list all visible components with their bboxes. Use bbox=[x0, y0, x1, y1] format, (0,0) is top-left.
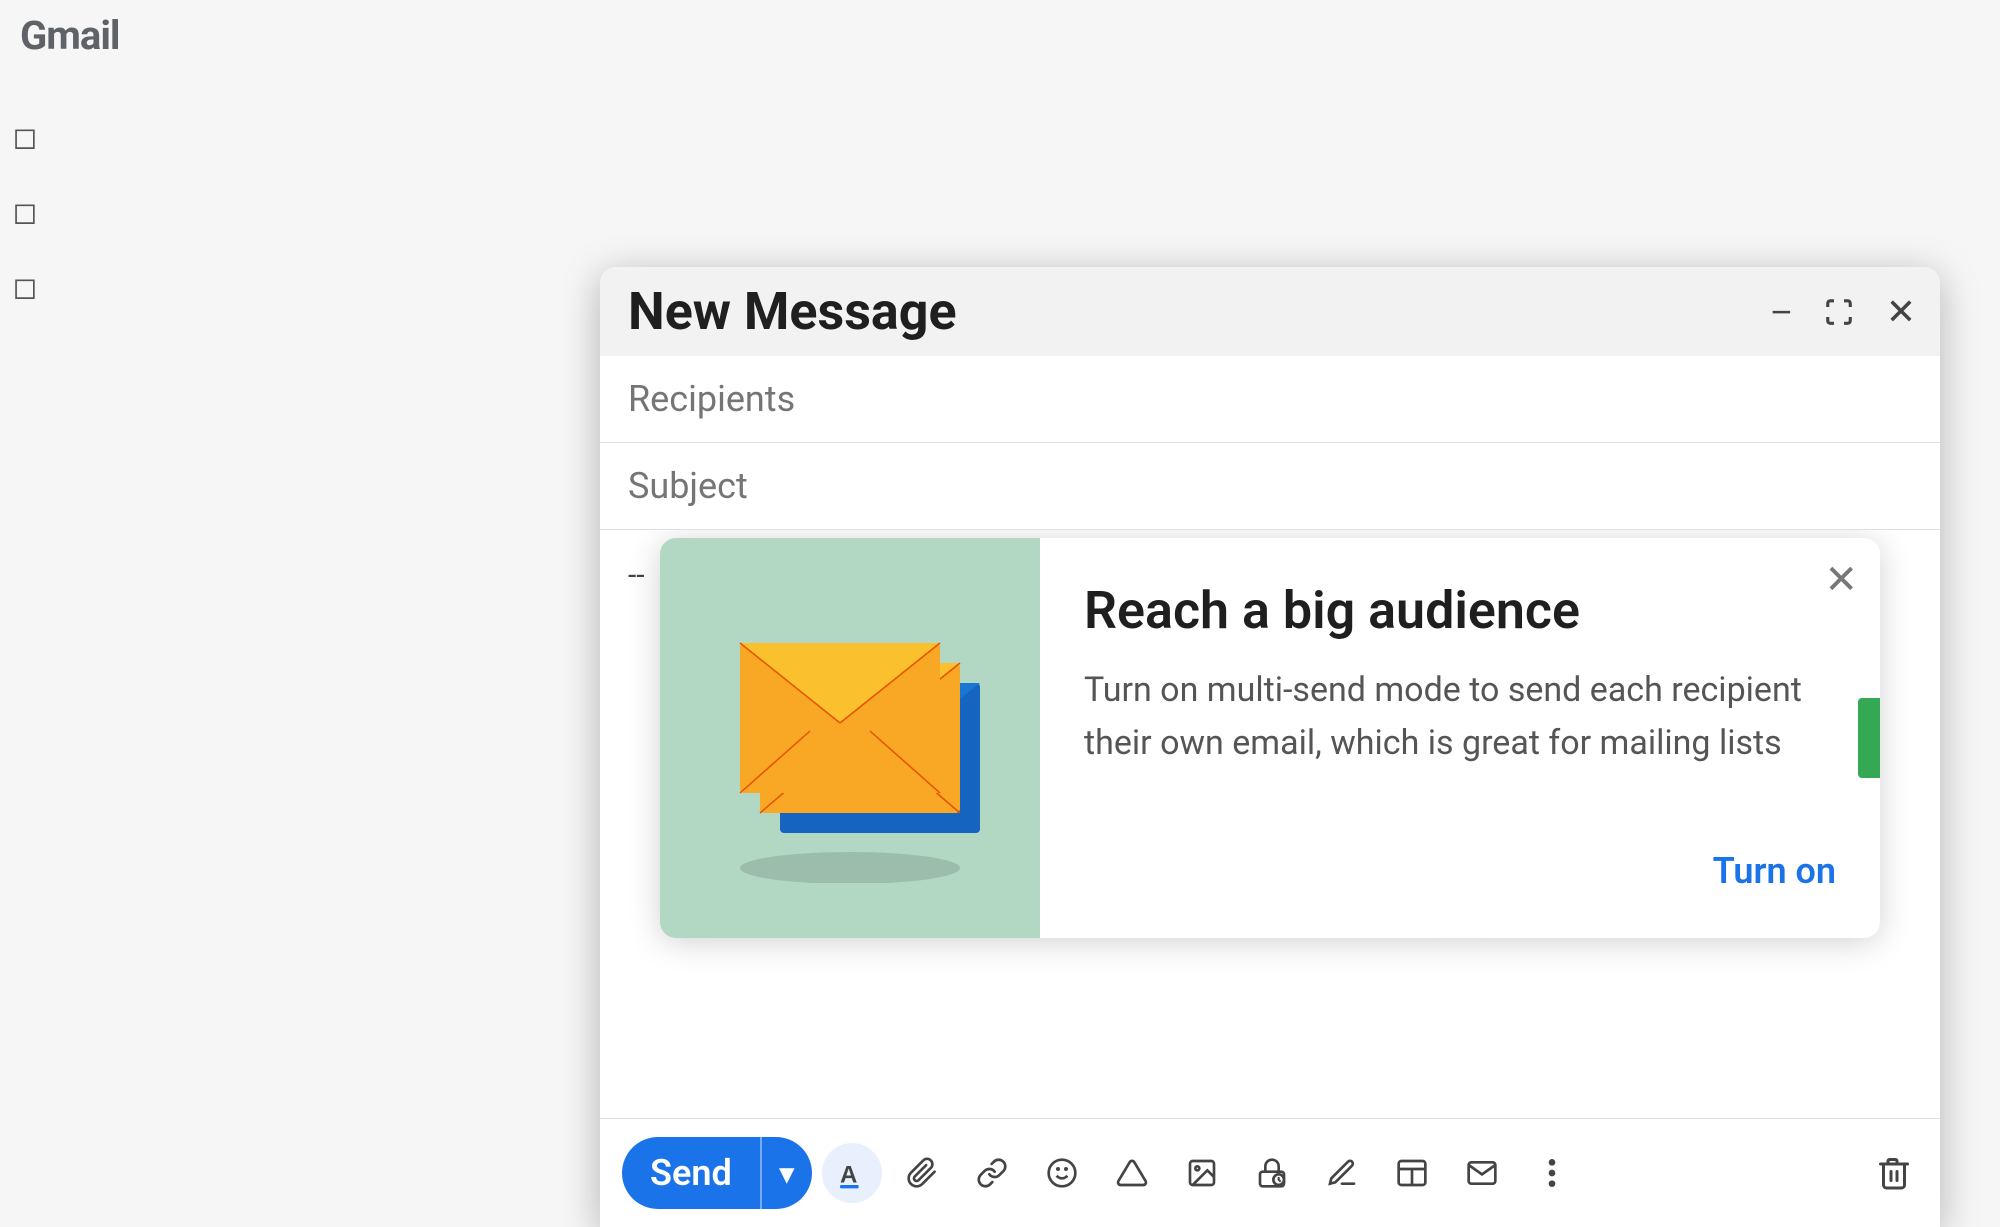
tooltip-card: ✕ Reach a big audience Turn on multi-sen… bbox=[660, 538, 1880, 938]
compose-window: New Message − ✕ -- bbox=[600, 267, 1940, 1227]
recipients-input[interactable] bbox=[628, 378, 1912, 420]
emoji-button[interactable] bbox=[1032, 1143, 1092, 1203]
drive-button[interactable] bbox=[1102, 1143, 1162, 1203]
green-strip bbox=[1858, 698, 1880, 778]
gmail-logo: Gmail bbox=[20, 12, 120, 59]
sidebar-icon-2: ◻ bbox=[13, 195, 38, 230]
svg-text:A: A bbox=[840, 1161, 857, 1188]
tooltip-image bbox=[660, 538, 1040, 938]
turn-on-button[interactable]: Turn on bbox=[1713, 842, 1836, 900]
delete-button[interactable] bbox=[1870, 1149, 1918, 1197]
template-button[interactable] bbox=[1382, 1143, 1442, 1203]
signature: -- bbox=[628, 558, 645, 593]
link-button[interactable] bbox=[962, 1143, 1022, 1203]
tooltip-text-area: Reach a big audience Turn on multi-send … bbox=[1084, 580, 1836, 770]
formatting-button[interactable]: A bbox=[822, 1143, 882, 1203]
more-options-button[interactable] bbox=[1522, 1143, 1582, 1203]
left-sidebar: ◻ ◻ ◻ bbox=[0, 100, 50, 305]
compose-header: New Message − ✕ bbox=[600, 267, 1940, 356]
sidebar-icon-1: ◻ bbox=[13, 120, 38, 155]
compose-body[interactable]: -- bbox=[600, 530, 1940, 1118]
compose-title: New Message bbox=[628, 281, 957, 342]
subject-field bbox=[600, 443, 1940, 530]
send-button[interactable]: Send ▾ bbox=[622, 1137, 812, 1209]
subject-input[interactable] bbox=[628, 465, 1912, 507]
tooltip-content: ✕ Reach a big audience Turn on multi-sen… bbox=[1040, 538, 1880, 938]
tooltip-title: Reach a big audience bbox=[1084, 580, 1836, 642]
image-button[interactable] bbox=[1172, 1143, 1232, 1203]
tooltip-action-area: Turn on bbox=[1084, 842, 1836, 900]
tooltip-description: Turn on multi-send mode to send each rec… bbox=[1084, 664, 1836, 769]
mail-icon-button[interactable] bbox=[1452, 1143, 1512, 1203]
close-button[interactable]: ✕ bbox=[1880, 288, 1922, 336]
attach-button[interactable] bbox=[892, 1143, 952, 1203]
send-label: Send bbox=[622, 1152, 760, 1194]
send-arrow: ▾ bbox=[762, 1157, 812, 1190]
compose-toolbar: Send ▾ A bbox=[600, 1118, 1940, 1227]
minimize-button[interactable]: − bbox=[1765, 288, 1798, 336]
gmail-header: Gmail bbox=[0, 0, 2000, 70]
sidebar-icon-3: ◻ bbox=[13, 270, 38, 305]
gmail-background: Gmail ◻ ◻ ◻ New Message − ✕ bbox=[0, 0, 2000, 1227]
compose-header-actions: − ✕ bbox=[1765, 288, 1922, 336]
recipients-field bbox=[600, 356, 1940, 443]
confidential-button[interactable] bbox=[1242, 1143, 1302, 1203]
tooltip-close-button[interactable]: ✕ bbox=[1824, 560, 1858, 600]
expand-button[interactable] bbox=[1818, 291, 1860, 333]
signature-button[interactable] bbox=[1312, 1143, 1372, 1203]
